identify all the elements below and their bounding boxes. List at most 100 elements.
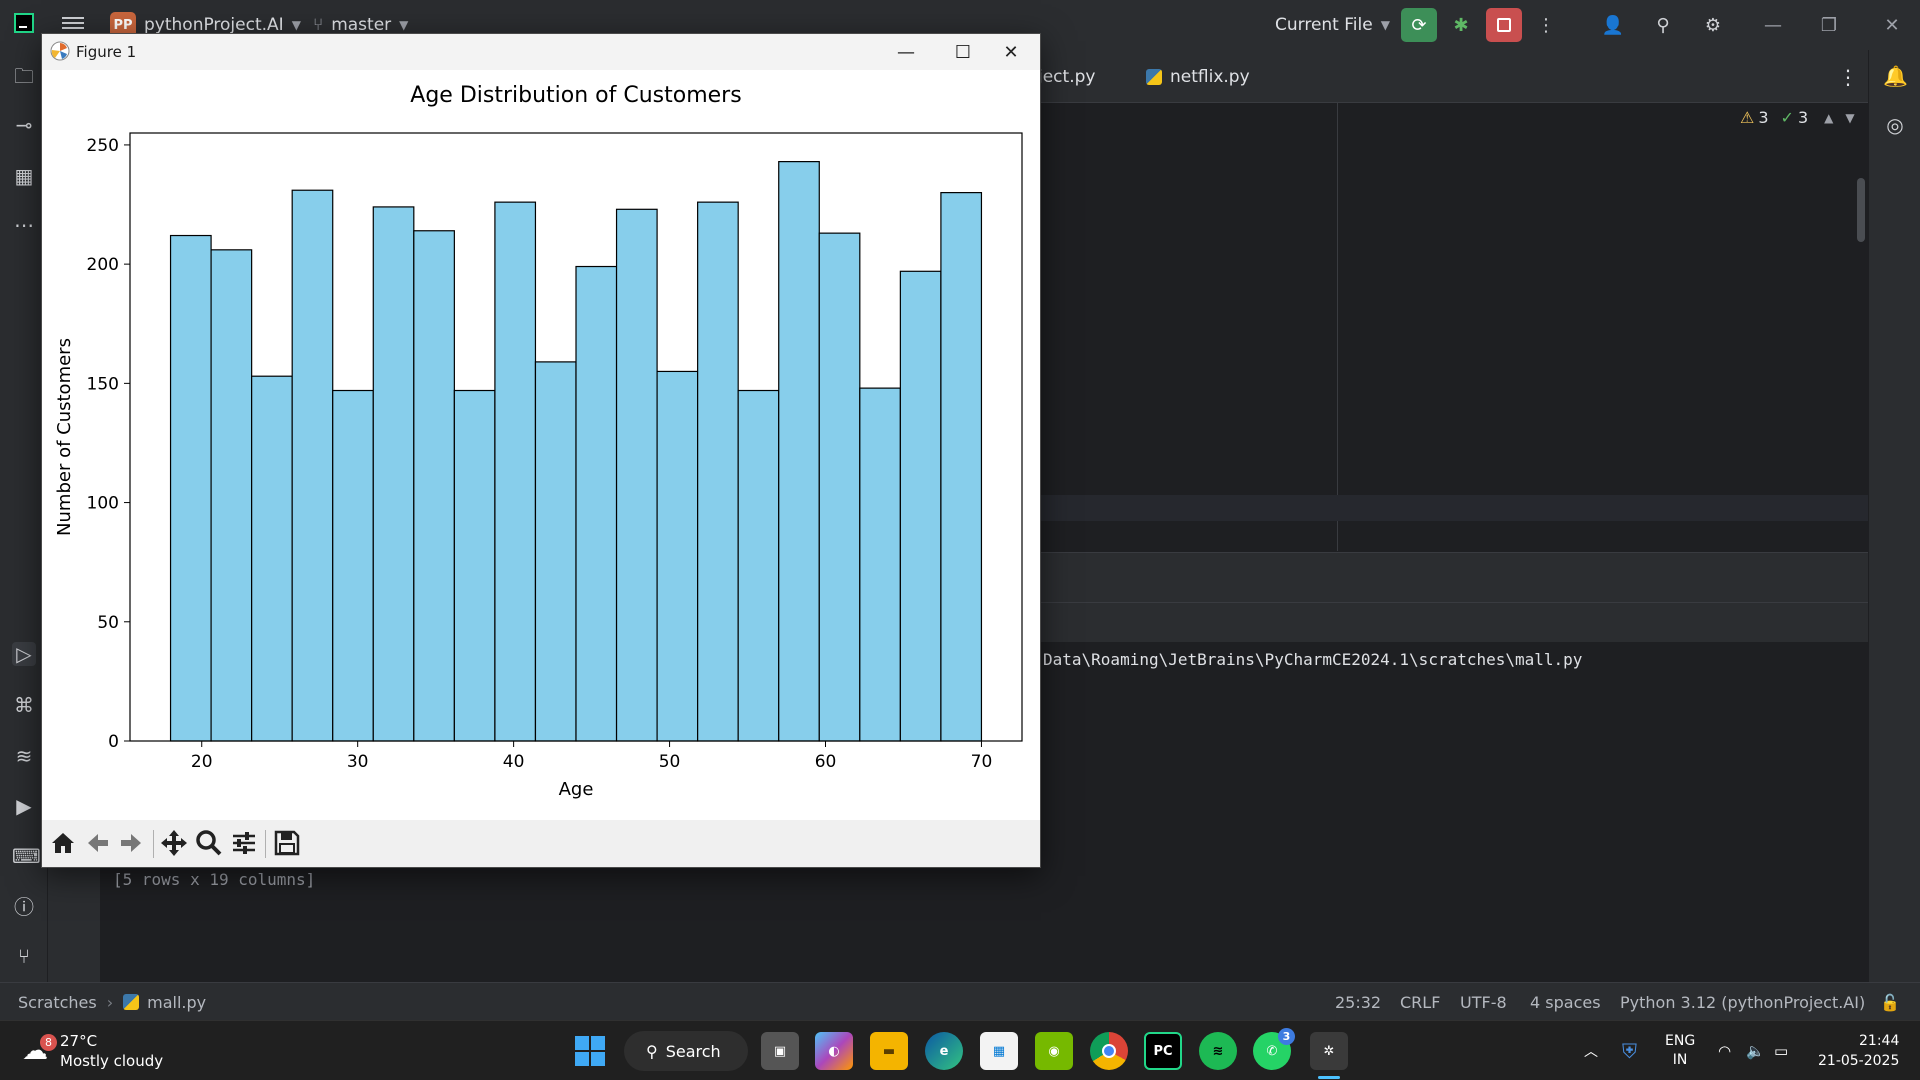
y-tick-label: 150 — [87, 374, 119, 394]
cursor-position[interactable]: 25:32 — [1335, 983, 1381, 1021]
volume-icon[interactable]: 🔈 — [1746, 1021, 1765, 1080]
chrome-icon[interactable] — [1090, 1032, 1128, 1070]
figure-minimize-button[interactable]: — — [877, 34, 935, 70]
matplotlib-logo-icon — [50, 41, 70, 61]
tab-project-file[interactable]: ject.py — [1038, 50, 1095, 103]
histogram-bar — [899, 270, 942, 742]
breadcrumb-root[interactable]: Scratches — [18, 993, 97, 1012]
run-config-name: Current File — [1275, 15, 1373, 35]
chevron-down-icon[interactable]: ▼ — [1845, 111, 1854, 125]
y-tick-label: 200 — [87, 255, 119, 275]
battery-icon[interactable]: ▭ — [1774, 1021, 1788, 1080]
weather-widget[interactable]: ☁ 8 27°C Mostly cloudy — [22, 1021, 163, 1080]
more-tools-icon[interactable]: ⋯ — [12, 213, 36, 237]
restore-button[interactable]: ❐ — [1801, 0, 1857, 50]
tab-options-icon[interactable]: ⋮ — [1838, 50, 1858, 103]
clock[interactable]: 21:44 21-05-2025 — [1818, 1021, 1899, 1080]
back-button[interactable] — [81, 826, 115, 860]
histogram-bar — [940, 192, 983, 742]
pan-button[interactable] — [157, 826, 191, 860]
chevron-right-icon: › — [106, 992, 114, 1012]
file-explorer-icon[interactable]: ▬ — [870, 1032, 908, 1070]
notifications-icon[interactable]: 🔔 — [1883, 64, 1908, 88]
git-icon[interactable]: ⑂ — [12, 944, 36, 968]
search-everywhere-icon[interactable]: ⚲ — [1645, 8, 1681, 42]
file-encoding[interactable]: UTF-8 — [1460, 983, 1507, 1021]
language-indicator[interactable]: ENG IN — [1665, 1021, 1695, 1080]
project-folder-icon[interactable]: 🗀 — [12, 64, 36, 88]
defender-shield-icon[interactable]: ⛨ — [1622, 1021, 1637, 1080]
histogram-bar — [615, 208, 658, 742]
copilot-icon[interactable]: ◐ — [815, 1032, 853, 1070]
warning-count: 3 — [1758, 108, 1769, 127]
ai-assistant-icon[interactable]: ◎ — [1883, 113, 1907, 137]
home-button[interactable] — [46, 826, 80, 860]
run-tool-icon[interactable]: ▷ — [12, 642, 36, 666]
minimize-button[interactable]: — — [1745, 0, 1801, 50]
pycharm-taskbar-icon[interactable]: PC — [1144, 1032, 1182, 1070]
edge-browser-icon[interactable]: e — [925, 1032, 963, 1070]
tray-overflow-icon[interactable]: ︿ — [1584, 1021, 1598, 1080]
active-app-indicator — [1318, 1076, 1340, 1079]
more-actions-icon[interactable]: ⋮ — [1528, 8, 1564, 42]
code-with-me-icon[interactable]: 👤 — [1595, 8, 1631, 42]
stop-button[interactable] — [1486, 8, 1522, 42]
figure-toolbar — [42, 820, 1040, 867]
main-menu-icon[interactable] — [62, 14, 84, 34]
rerun-button[interactable]: ⟳ — [1401, 8, 1437, 42]
magnifier-icon — [196, 830, 222, 856]
x-tick-label: 40 — [503, 752, 525, 772]
task-view-icon[interactable]: ▣ — [761, 1032, 799, 1070]
interpreter[interactable]: Python 3.12 (pythonProject.AI) — [1620, 983, 1865, 1021]
x-tick-label: 20 — [191, 752, 213, 772]
save-figure-button[interactable] — [270, 826, 304, 860]
services-icon[interactable]: ▶ — [12, 794, 36, 818]
figure-canvas[interactable]: Age Distribution of Customers 20 30 40 50 60… — [42, 70, 1040, 854]
python-packages-icon[interactable]: ≋ — [12, 744, 36, 768]
settings-gear-icon[interactable]: ⚙ — [1695, 8, 1731, 42]
start-button[interactable] — [571, 1032, 609, 1070]
stop-icon — [1497, 18, 1511, 32]
forward-button[interactable] — [114, 826, 148, 860]
tab-label: ject.py — [1038, 66, 1096, 87]
x-ticks-group: 20 30 40 50 60 70 — [191, 741, 992, 772]
run-config-selector[interactable]: Current File ▼ — [1275, 0, 1390, 50]
structure-icon[interactable]: ▦ — [12, 164, 36, 188]
floppy-disk-icon — [274, 830, 300, 856]
editor-scrollbar[interactable] — [1857, 178, 1865, 242]
spotify-icon[interactable]: ≋ — [1199, 1032, 1237, 1070]
line-separator[interactable]: CRLF — [1400, 983, 1440, 1021]
python-console-icon[interactable]: ⌘ — [12, 693, 36, 717]
x-tick-label: 50 — [659, 752, 681, 772]
figure-close-button[interactable]: ✕ — [982, 34, 1040, 70]
inspection-widget[interactable]: ⚠ 3 ✓ 3 ▲ ▼ — [1740, 108, 1855, 127]
close-button[interactable]: ✕ — [1864, 0, 1920, 50]
matplotlib-taskbar-icon[interactable]: ✲ — [1310, 1032, 1348, 1070]
toolbar-separator — [153, 830, 154, 858]
terminal-icon[interactable]: ⌨ — [12, 844, 41, 868]
store-icon[interactable]: ▦ — [980, 1032, 1018, 1070]
configure-subplots-button[interactable] — [227, 826, 261, 860]
breadcrumb-file[interactable]: mall.py — [147, 993, 206, 1012]
toolbar-separator — [265, 830, 266, 858]
chevron-up-icon[interactable]: ▲ — [1824, 111, 1833, 125]
indent-setting[interactable]: 4 spaces — [1530, 983, 1601, 1021]
histogram-bar — [818, 232, 861, 742]
chevron-down-icon: ▼ — [1380, 18, 1390, 32]
histogram-bar — [494, 201, 537, 742]
figure-title-bar[interactable]: Figure 1 — ☐ ✕ — [42, 34, 1040, 70]
debug-icon[interactable]: ✱ — [1443, 8, 1479, 42]
problems-icon[interactable]: ⓘ — [12, 895, 36, 919]
taskbar-search[interactable]: ⚲ Search — [624, 1031, 748, 1071]
commit-icon[interactable]: ⊸ — [12, 113, 36, 137]
histogram-bar — [332, 389, 374, 742]
tab-netflix[interactable]: netflix.py — [1146, 50, 1250, 103]
y-tick-label: 0 — [108, 732, 119, 752]
y-tick-label: 250 — [87, 136, 119, 156]
whatsapp-icon[interactable]: ✆ 3 — [1253, 1028, 1295, 1070]
nvidia-icon[interactable]: ◉ — [1035, 1032, 1073, 1070]
lock-icon[interactable]: 🔓 — [1880, 983, 1900, 1021]
zoom-button[interactable] — [192, 826, 226, 860]
chevron-down-icon: ▼ — [291, 18, 301, 32]
wifi-icon[interactable]: ◠ — [1718, 1021, 1731, 1080]
